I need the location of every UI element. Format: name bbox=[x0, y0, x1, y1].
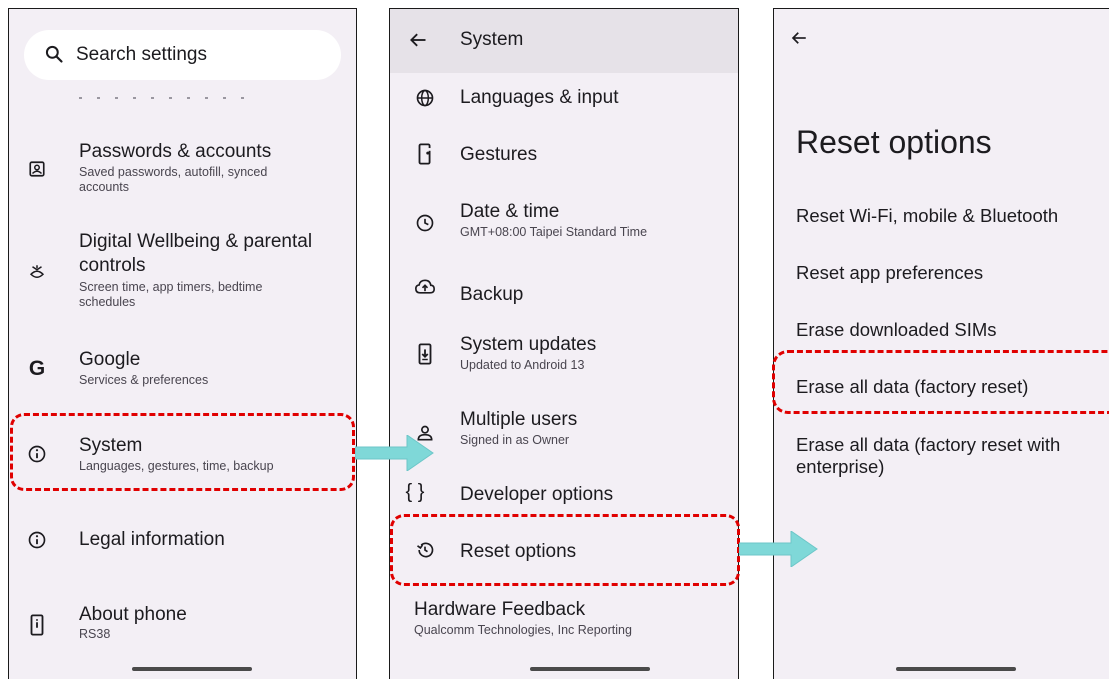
item-title: Erase downloaded SIMs bbox=[796, 319, 997, 340]
back-arrow-icon[interactable] bbox=[790, 29, 808, 47]
clock-icon bbox=[414, 212, 436, 234]
system-item-gestures[interactable]: Gestures bbox=[390, 142, 738, 172]
search-settings-bar[interactable]: Search settings bbox=[24, 30, 341, 80]
reset-item-erase-sims[interactable]: Erase downloaded SIMs bbox=[774, 317, 1109, 347]
item-subtitle: Screen time, app timers, bedtime bbox=[79, 280, 263, 294]
search-icon bbox=[45, 45, 63, 63]
item-title: Passwords & accounts bbox=[79, 141, 272, 162]
wellbeing-icon bbox=[26, 261, 48, 283]
settings-item-about-phone[interactable]: About phone RS38 bbox=[9, 602, 356, 647]
item-subtitle: Services & preferences bbox=[79, 373, 209, 387]
item-title: Developer options bbox=[460, 484, 614, 505]
phone-icon bbox=[26, 614, 48, 636]
gestures-icon bbox=[414, 143, 436, 165]
item-title: Digital Wellbeing & parental bbox=[79, 231, 313, 252]
settings-item-legal[interactable]: Legal information bbox=[9, 526, 356, 556]
reset-item-app-preferences[interactable]: Reset app preferences bbox=[774, 260, 1109, 290]
highlight-reset-options bbox=[390, 514, 740, 586]
item-title: Google bbox=[79, 349, 141, 370]
info-icon bbox=[26, 529, 48, 551]
item-title: controls bbox=[79, 255, 146, 276]
system-update-icon bbox=[414, 343, 436, 365]
braces-icon: { } bbox=[405, 480, 425, 503]
app-bar: System bbox=[390, 9, 738, 73]
reset-options-panel: Reset options Reset Wi-Fi, mobile & Blue… bbox=[773, 8, 1109, 679]
globe-icon bbox=[414, 87, 436, 109]
item-title: Date & time bbox=[460, 201, 560, 222]
system-item-developer-options[interactable]: { } Developer options bbox=[390, 480, 738, 513]
highlight-system bbox=[10, 413, 355, 491]
back-arrow-icon[interactable] bbox=[408, 30, 428, 50]
page-title: Reset options bbox=[796, 124, 992, 160]
scrolled-text-remnant bbox=[79, 97, 259, 99]
system-item-system-updates[interactable]: System updates Updated to Android 13 bbox=[390, 332, 738, 377]
cloud-upload-icon bbox=[414, 276, 436, 298]
account-box-icon bbox=[26, 158, 48, 180]
system-item-multiple-users[interactable]: Multiple users Signed in as Owner bbox=[390, 407, 738, 452]
settings-item-google[interactable]: G Google Services & preferences bbox=[9, 345, 356, 390]
item-title: Reset app preferences bbox=[796, 262, 984, 283]
reset-item-wifi-mobile-bluetooth[interactable]: Reset Wi-Fi, mobile & Bluetooth bbox=[774, 203, 1109, 233]
item-subtitle: accounts bbox=[79, 180, 130, 194]
item-title: Reset Wi-Fi, mobile & Bluetooth bbox=[796, 205, 1059, 226]
settings-item-passwords[interactable]: Passwords & accounts Saved passwords, au… bbox=[9, 137, 356, 197]
search-placeholder: Search settings bbox=[76, 44, 207, 65]
item-title: enterprise) bbox=[796, 456, 885, 477]
item-title: Erase all data (factory reset with bbox=[796, 434, 1061, 455]
item-title: Hardware Feedback bbox=[414, 599, 586, 620]
item-title: About phone bbox=[79, 604, 187, 625]
gesture-nav-handle[interactable] bbox=[896, 667, 1016, 671]
item-title: Multiple users bbox=[460, 409, 578, 430]
system-item-languages[interactable]: Languages & input bbox=[390, 85, 738, 115]
item-subtitle: Qualcomm Technologies, Inc Reporting bbox=[414, 623, 632, 637]
item-title: Legal information bbox=[79, 529, 225, 550]
item-subtitle: GMT+08:00 Taipei Standard Time bbox=[460, 225, 648, 239]
google-icon: G bbox=[28, 357, 46, 380]
item-title: Backup bbox=[460, 284, 524, 305]
item-title: System updates bbox=[460, 334, 597, 355]
item-subtitle: schedules bbox=[79, 295, 136, 309]
page-title: System bbox=[460, 29, 524, 50]
gesture-nav-handle[interactable] bbox=[132, 667, 252, 671]
item-title: Gestures bbox=[460, 144, 538, 165]
gesture-nav-handle[interactable] bbox=[530, 667, 650, 671]
item-subtitle: RS38 bbox=[79, 627, 111, 641]
item-subtitle: Signed in as Owner bbox=[460, 433, 570, 447]
flow-arrow-icon bbox=[355, 435, 434, 471]
highlight-factory-reset bbox=[772, 350, 1109, 414]
item-title: Languages & input bbox=[460, 87, 619, 108]
system-item-hardware-feedback[interactable]: Hardware Feedback Qualcomm Technologies,… bbox=[390, 597, 738, 642]
item-subtitle: Updated to Android 13 bbox=[460, 358, 585, 372]
item-subtitle: Saved passwords, autofill, synced bbox=[79, 165, 268, 179]
settings-main-panel: Search settings Passwords & accounts Sav… bbox=[8, 8, 357, 679]
flow-arrow-icon bbox=[739, 531, 818, 567]
settings-item-digital-wellbeing[interactable]: Digital Wellbeing & parental controls Sc… bbox=[9, 227, 356, 317]
reset-item-factory-reset-enterprise[interactable]: Erase all data (factory reset with enter… bbox=[774, 432, 1109, 482]
system-item-date-time[interactable]: Date & time GMT+08:00 Taipei Standard Ti… bbox=[390, 199, 738, 244]
system-item-backup[interactable]: Backup bbox=[390, 274, 738, 305]
